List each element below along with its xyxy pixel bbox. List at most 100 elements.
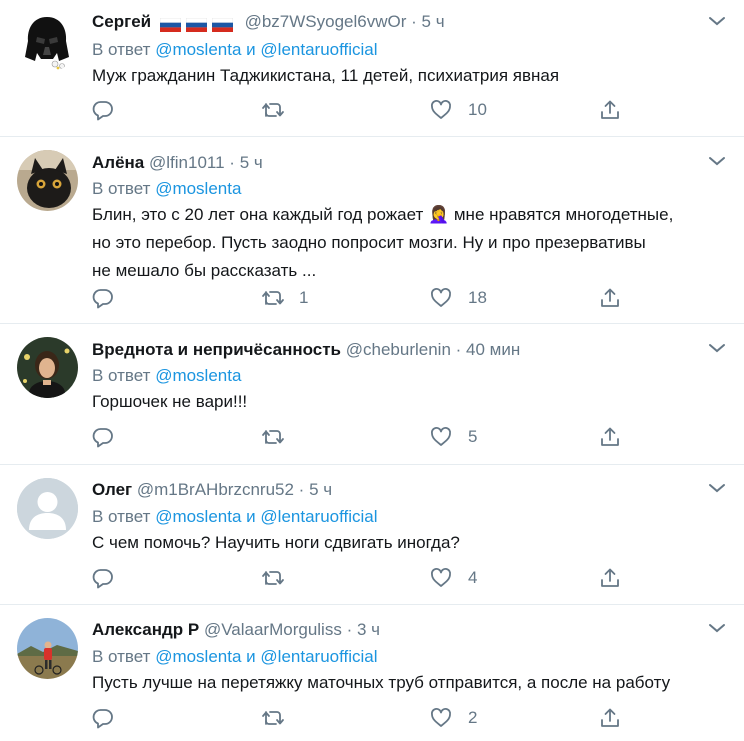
mention-link[interactable]: @moslenta	[155, 40, 241, 59]
tweet-text: Пусть лучше на перетяжку маточных труб о…	[92, 669, 732, 697]
tweet-text-line: не мешало бы рассказать ...	[92, 261, 317, 280]
reply-conjunction: и	[246, 647, 256, 666]
heart-icon	[431, 100, 451, 119]
username[interactable]: @bz7WSyogel6vwOr	[245, 12, 407, 31]
reply-icon	[92, 289, 113, 309]
heart-icon	[431, 568, 451, 587]
mention-link[interactable]: @lentaruofficial	[260, 647, 377, 666]
username[interactable]: @m1BrAHbrzcnru52	[137, 480, 294, 499]
reply-conjunction: и	[246, 40, 256, 59]
like-count: 2	[468, 708, 478, 727]
landscape-person-avatar-icon	[17, 618, 78, 679]
timestamp[interactable]: 5 ч	[422, 12, 445, 31]
reply-context: В ответ @moslenta и @lentaruofficial	[92, 645, 378, 669]
tweet-header: Сергей @bz7WSyogel6vwOr · 5 ч	[92, 10, 445, 36]
tweet-text: С чем помочь? Научить ноги сдвигать иног…	[92, 529, 732, 557]
reply-prefix: В ответ	[92, 366, 151, 385]
heart-icon	[431, 708, 451, 727]
tweet-4[interactable]: Олег @m1BrAHbrzcnru52 · 5 ч В ответ @mos…	[0, 465, 744, 605]
display-name[interactable]: Сергей	[92, 12, 151, 31]
avatar[interactable]	[17, 337, 78, 398]
tweet-text: Муж гражданин Таджикистана, 11 детей, пс…	[92, 62, 732, 90]
tweet-actions: 2	[0, 704, 744, 734]
tweet-text-line: Горшочек не вари!!!	[92, 392, 248, 411]
person-portrait-avatar-icon	[17, 337, 78, 398]
reply-icon	[92, 428, 113, 448]
display-name[interactable]: Алёна	[92, 153, 144, 172]
reply-icon	[92, 709, 113, 729]
reply-conjunction: и	[246, 507, 256, 526]
separator-dot: ·	[346, 620, 353, 639]
avatar[interactable]	[17, 150, 78, 211]
like-count: 18	[468, 288, 487, 307]
separator-dot: ·	[229, 153, 235, 172]
reply-context: В ответ @moslenta	[92, 364, 241, 388]
timestamp[interactable]: 5 ч	[240, 153, 263, 172]
timestamp[interactable]: 5 ч	[309, 480, 332, 499]
flag-emojis	[159, 12, 238, 36]
tweet-3[interactable]: Вреднота и непричёсанность @cheburlenin …	[0, 324, 744, 465]
tweet-5[interactable]: Александр Р @ValaarMorguliss · 3 ч В отв…	[0, 605, 744, 741]
chevron-down-icon[interactable]	[707, 154, 727, 168]
mention-link[interactable]: @moslenta	[155, 366, 241, 385]
share-icon	[601, 288, 619, 307]
chevron-down-icon[interactable]	[707, 341, 727, 355]
tweet-text-line: но это перебор. Пусть заодно попросит мо…	[92, 233, 646, 252]
mention-link[interactable]: @lentaruofficial	[260, 507, 377, 526]
tweet-header: Александр Р @ValaarMorguliss · 3 ч	[92, 618, 380, 642]
reply-icon	[92, 569, 113, 589]
reply-context: В ответ @moslenta и @lentaruofficial	[92, 38, 378, 62]
tweet-text-line: Пусть лучше на перетяжку маточных труб о…	[92, 673, 671, 692]
tweet-1[interactable]: Сергей @bz7WSyogel6vwOr · 5 ч В ответ @m…	[0, 0, 744, 137]
username[interactable]: @ValaarMorguliss	[204, 620, 342, 639]
retweet-icon	[262, 430, 284, 444]
chevron-down-icon[interactable]	[707, 14, 727, 28]
display-name[interactable]: Александр Р	[92, 620, 199, 639]
share-icon	[601, 568, 619, 587]
username[interactable]: @lfin1011	[149, 153, 225, 172]
heart-icon	[431, 288, 451, 307]
tweet-text-line: Блин, это с 20 лет она каждый год рожает…	[92, 205, 674, 224]
tweet-actions: 1 18	[0, 284, 744, 314]
like-count: 10	[468, 100, 487, 119]
chevron-down-icon[interactable]	[707, 481, 727, 495]
avatar[interactable]	[17, 11, 78, 72]
default-profile-icon	[17, 478, 78, 539]
tweet-text-line: С чем помочь? Научить ноги сдвигать иног…	[92, 533, 460, 552]
share-icon	[601, 100, 619, 119]
tweet-text: Блин, это с 20 лет она каждый год рожает…	[92, 201, 732, 285]
tweet-2[interactable]: Алёна @lfin1011 · 5 ч В ответ @moslenta …	[0, 137, 744, 324]
share-icon	[601, 708, 619, 727]
like-count: 5	[468, 427, 478, 446]
avatar[interactable]	[17, 618, 78, 679]
separator-dot: ·	[298, 480, 305, 499]
mention-link[interactable]: @moslenta	[155, 647, 241, 666]
chevron-down-icon[interactable]	[707, 621, 727, 635]
tweet-text-line: Муж гражданин Таджикистана, 11 детей, пс…	[92, 66, 560, 85]
tweet-actions: 4	[0, 564, 744, 594]
mention-link[interactable]: @lentaruofficial	[260, 40, 377, 59]
tweet-header: Вреднота и непричёсанность @cheburlenin …	[92, 338, 520, 362]
tweet-header: Олег @m1BrAHbrzcnru52 · 5 ч	[92, 478, 332, 502]
darth-vader-avatar-icon	[17, 11, 78, 72]
retweet-icon	[262, 103, 284, 117]
russia-flag-icon	[185, 17, 207, 32]
mention-link[interactable]: @moslenta	[155, 507, 241, 526]
mention-link[interactable]: @moslenta	[155, 179, 241, 198]
timestamp[interactable]: 3 ч	[357, 620, 380, 639]
timestamp[interactable]: 40 мин	[466, 340, 520, 359]
reply-prefix: В ответ	[92, 40, 151, 59]
reply-context: В ответ @moslenta и @lentaruofficial	[92, 505, 378, 529]
username[interactable]: @cheburlenin	[346, 340, 451, 359]
tweet-actions: 10	[0, 96, 744, 126]
display-name[interactable]: Олег	[92, 480, 132, 499]
separator-dot: ·	[411, 12, 417, 31]
display-name[interactable]: Вреднота и непричёсанность	[92, 340, 341, 359]
retweet-icon	[262, 291, 284, 305]
russia-flag-icon	[159, 17, 181, 32]
tweet-header: Алёна @lfin1011 · 5 ч	[92, 151, 263, 175]
like-count: 4	[468, 568, 478, 587]
avatar[interactable]	[17, 478, 78, 539]
heart-icon	[431, 427, 451, 446]
reply-context: В ответ @moslenta	[92, 177, 241, 201]
